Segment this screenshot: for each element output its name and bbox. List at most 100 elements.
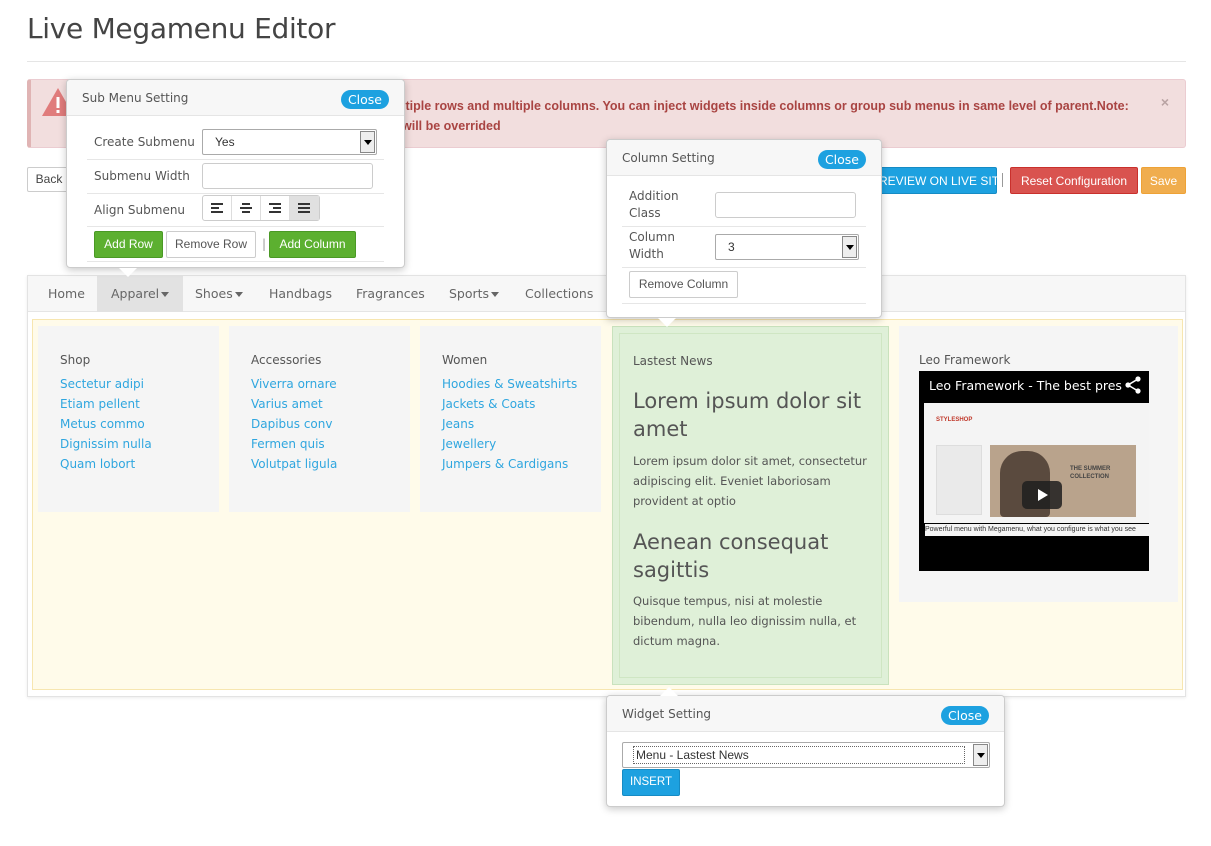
news-text: Lorem ipsum dolor sit amet, consectetur … <box>633 454 867 508</box>
menu-link[interactable]: Etiam pellent <box>60 394 152 414</box>
menu-column-news-selected[interactable]: Lastest News Lorem ipsum dolor sit amet … <box>612 326 889 685</box>
close-button[interactable]: Close <box>940 706 989 725</box>
title-divider <box>27 61 1186 62</box>
megamenu-preview: Home Apparel Shoes Handbags Fragrances S… <box>27 275 1186 697</box>
nav-item-apparel[interactable]: Apparel <box>97 276 184 312</box>
align-submenu-label: Align Submenu <box>94 203 186 217</box>
play-icon[interactable] <box>1022 481 1062 509</box>
menu-column-shop[interactable]: Shop Sectetur adipi Etiam pellent Metus … <box>38 326 219 512</box>
thumbnail-sidebar <box>936 445 982 515</box>
caret-down-icon <box>491 292 500 297</box>
remove-column-button[interactable]: Remove Column <box>629 271 738 298</box>
panel-header: Widget Setting Close <box>607 696 1004 732</box>
toolbar-separator <box>1002 173 1003 187</box>
menu-column-video[interactable]: Leo Framework Leo Framework - The best p… <box>899 326 1178 602</box>
page-title: Live Megamenu Editor <box>27 12 336 45</box>
align-right-icon[interactable] <box>261 196 290 220</box>
column-title: Women <box>442 353 488 367</box>
add-column-button[interactable]: Add Column <box>269 231 356 258</box>
thumbnail-logo: STYLESHOP <box>936 417 973 423</box>
menu-link[interactable]: Jackets & Coats <box>442 394 577 414</box>
panel-title: Widget Setting <box>622 707 712 721</box>
close-button[interactable]: Close <box>817 150 866 169</box>
nav-item-label: Collections <box>525 286 594 301</box>
dropdown-arrow-icon <box>360 131 375 153</box>
panel-header: Column Setting Close <box>607 140 881 176</box>
caret-down-icon <box>234 292 243 297</box>
align-left-icon[interactable] <box>203 196 232 220</box>
column-title: Accessories <box>251 353 322 367</box>
panel-pointer <box>660 687 678 696</box>
row-divider <box>622 267 866 268</box>
column-title: Shop <box>60 353 91 367</box>
menu-link[interactable]: Hoodies & Sweatshirts <box>442 374 577 394</box>
menu-column-women[interactable]: Women Hoodies & Sweatshirts Jackets & Co… <box>420 326 601 512</box>
nav-item-label: Shoes <box>195 286 233 301</box>
select-value: 3 <box>728 240 735 254</box>
create-submenu-label: Create Submenu <box>94 135 195 149</box>
nav-item-collections[interactable]: Collections <box>525 276 593 312</box>
alert-close-icon[interactable]: × <box>1161 94 1169 110</box>
nav-item-label: Home <box>48 286 85 301</box>
back-button[interactable]: Back <box>27 167 71 192</box>
panel-pointer <box>119 268 137 277</box>
nav-item-sports[interactable]: Sports <box>449 276 500 312</box>
alert-message: ltiple rows and multiple columns. You ca… <box>402 96 1162 136</box>
reset-configuration-button[interactable]: Reset Configuration <box>1010 167 1138 194</box>
nav-item-fragrances[interactable]: Fragrances <box>356 276 425 312</box>
menu-link[interactable]: Fermen quis <box>251 434 337 454</box>
addition-class-input[interactable] <box>715 192 856 218</box>
nav-item-handbags[interactable]: Handbags <box>269 276 332 312</box>
nav-item-home[interactable]: Home <box>48 276 85 312</box>
menu-link[interactable]: Metus commo <box>60 414 152 434</box>
menu-link[interactable]: Viverra ornare <box>251 374 337 394</box>
menu-link[interactable]: Varius amet <box>251 394 337 414</box>
video-player[interactable]: Leo Framework - The best pres STYLESHOP … <box>919 371 1149 571</box>
widget-select[interactable]: Menu - Lastest News <box>622 742 990 768</box>
menu-column-accessories[interactable]: Accessories Viverra ornare Varius amet D… <box>229 326 410 512</box>
menu-link[interactable]: Quam lobort <box>60 454 152 474</box>
alert-line-1: ltiple rows and multiple columns. You ca… <box>402 99 1129 113</box>
nav-item-label: Fragrances <box>356 286 425 301</box>
nav-item-label: Handbags <box>269 286 332 301</box>
caret-down-icon <box>161 292 170 297</box>
menu-link[interactable]: Jewellery <box>442 434 577 454</box>
submenu-area[interactable]: Shop Sectetur adipi Etiam pellent Metus … <box>32 319 1183 690</box>
menu-link[interactable]: Dignissim nulla <box>60 434 152 454</box>
addition-class-label: Addition Class <box>629 189 679 220</box>
nav-item-shoes[interactable]: Shoes <box>195 276 243 312</box>
create-submenu-select[interactable]: Yes <box>202 129 377 155</box>
menu-link[interactable]: Dapibus conv <box>251 414 337 434</box>
row-divider <box>87 261 384 262</box>
align-justify-icon[interactable] <box>290 196 319 220</box>
menu-link[interactable]: Jumpers & Cardigans <box>442 454 577 474</box>
news-heading: Lorem ipsum dolor sit amet <box>633 389 862 441</box>
add-row-button[interactable]: Add Row <box>94 231 163 258</box>
close-button[interactable]: Close <box>340 90 389 109</box>
news-text: Quisque tempus, nisi at molestie bibendu… <box>633 594 857 648</box>
menu-link[interactable]: Sectetur adipi <box>60 374 152 394</box>
panel-title: Sub Menu Setting <box>82 91 189 105</box>
menu-link[interactable]: Jeans <box>442 414 577 434</box>
button-separator: | <box>262 237 267 251</box>
column-width-select[interactable]: 3 <box>715 234 859 260</box>
menu-link[interactable]: Volutpat ligula <box>251 454 337 474</box>
thumbnail-hero: THE SUMMER COLLECTION <box>990 445 1136 517</box>
submenu-width-input[interactable] <box>202 163 373 189</box>
video-widget-title: Leo Framework <box>919 353 1011 367</box>
panel-title: Column Setting <box>622 151 715 165</box>
news-heading: Aenean consequat sagittis <box>633 530 829 582</box>
row-divider <box>622 303 866 304</box>
preview-live-site-button[interactable]: REVIEW ON LIVE SITE <box>868 167 1007 194</box>
submenu-setting-panel: Sub Menu Setting Close Create Submenu Ye… <box>66 79 405 277</box>
link-list: Viverra ornare Varius amet Dapibus conv … <box>251 374 337 474</box>
align-center-icon[interactable] <box>232 196 261 220</box>
align-button-group <box>202 195 320 221</box>
video-thumbnail: STYLESHOP THE SUMMER COLLECTION <box>924 403 1149 523</box>
news-widget-title: Lastest News <box>633 354 713 368</box>
column-setting-panel: Column Setting Close Addition Class Colu… <box>606 139 882 327</box>
insert-button[interactable]: INSERT <box>622 769 680 796</box>
remove-row-button[interactable]: Remove Row <box>166 231 256 258</box>
share-icon[interactable] <box>1125 376 1141 394</box>
save-button[interactable]: Save <box>1141 167 1186 194</box>
